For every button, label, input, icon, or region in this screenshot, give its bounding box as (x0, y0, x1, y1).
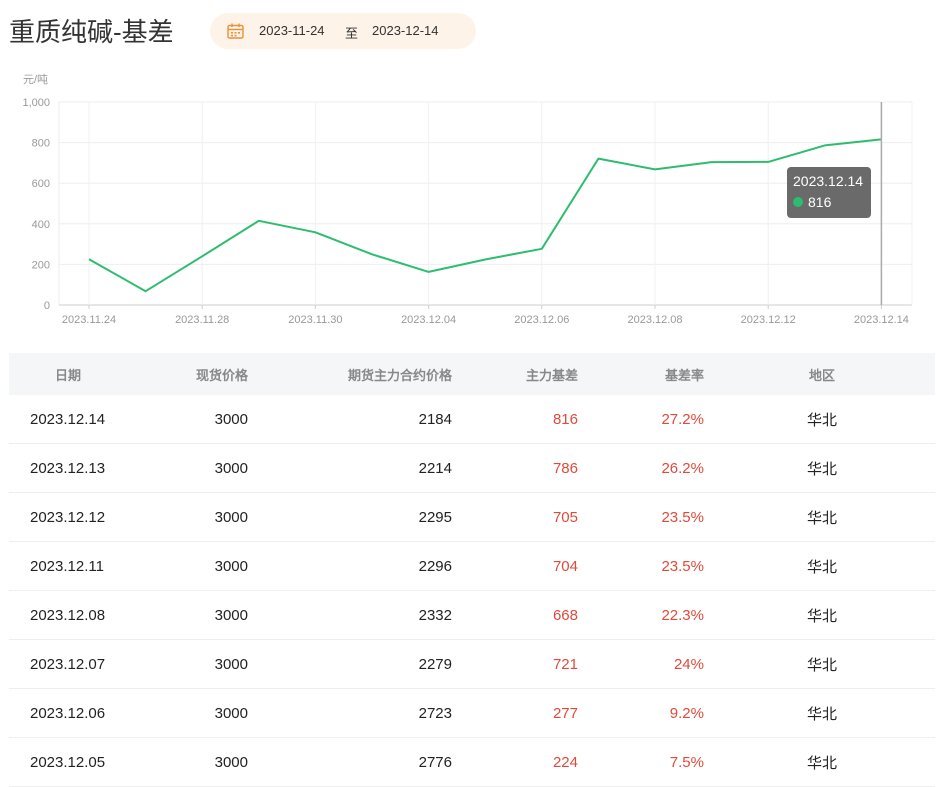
header-basis-rate: 基差率 (664, 367, 704, 383)
basis-table: 日期 现货价格 期货主力合约价格 主力基差 基差率 地区 2023.12.14 3… (9, 353, 935, 787)
x-tick-label: 2023.12.06 (514, 314, 569, 326)
cell-basis: 704 (552, 557, 578, 575)
date-start[interactable]: 2023-11-24 (259, 23, 325, 38)
cell-basis-rate: 7.5% (669, 753, 704, 771)
table-row: 2023.12.14 3000 2184 816 27.2% 华北 (9, 395, 935, 444)
date-end[interactable]: 2023-12-14 (372, 23, 439, 38)
cell-basis: 786 (552, 459, 578, 477)
cell-spot-price: 3000 (214, 606, 248, 624)
cell-basis-rate: 9.2% (669, 704, 704, 722)
table-body: 2023.12.14 3000 2184 816 27.2% 华北 2023.12.13 30… (9, 395, 935, 787)
x-tick-label: 2023.11.30 (288, 314, 342, 326)
cell-spot-price: 3000 (214, 508, 248, 526)
date-range-picker[interactable]: 2023-11-24 至 2023-12-14 (210, 13, 476, 49)
cell-basis-rate: 23.5% (661, 508, 704, 526)
series-line (88, 138, 882, 293)
cell-futures-price: 2723 (418, 704, 452, 722)
cell-date: 2023.12.06 (30, 704, 106, 722)
cell-basis-rate: 27.2% (661, 410, 704, 428)
cell-date: 2023.12.11 (30, 557, 104, 575)
series-dot-icon (793, 197, 803, 207)
y-tick-label: 800 (32, 138, 50, 150)
table-header: 日期 现货价格 期货主力合约价格 主力基差 基差率 地区 (9, 353, 935, 395)
y-axis-unit: 元/吨 (23, 73, 48, 86)
cell-futures-price: 2214 (418, 459, 452, 477)
cell-futures-price: 2279 (418, 655, 452, 673)
y-tick-label: 200 (32, 259, 50, 271)
cell-futures-price: 2296 (418, 557, 452, 575)
cell-basis: 721 (552, 655, 578, 673)
cell-region: 华北 (807, 607, 838, 625)
header-futures-price: 期货主力合约价格 (347, 367, 452, 383)
x-tick-label: 2023.12.14 (854, 314, 909, 326)
cell-futures-price: 2332 (418, 606, 452, 624)
cell-date: 2023.12.08 (30, 606, 106, 624)
y-tick-label: 0 (44, 300, 50, 312)
cell-basis-rate: 26.2% (661, 459, 704, 477)
x-tick-label: 2023.11.24 (62, 314, 116, 326)
cell-spot-price: 3000 (214, 557, 248, 575)
table-row: 2023.12.11 3000 2296 704 23.5% 华北 (9, 542, 935, 591)
tooltip-value: 816 (808, 194, 832, 210)
cell-date: 2023.12.07 (30, 655, 106, 673)
chart-tooltip: 2023.12.14 816 (787, 167, 871, 218)
cell-region: 华北 (807, 656, 838, 674)
cell-spot-price: 3000 (214, 704, 248, 722)
cell-basis: 816 (552, 410, 578, 428)
cell-basis-rate: 22.3% (661, 606, 704, 624)
cell-region: 华北 (807, 558, 838, 576)
cell-basis-rate: 24% (673, 655, 704, 673)
cell-date: 2023.12.05 (30, 753, 106, 771)
cell-date: 2023.12.14 (30, 410, 106, 428)
cell-date: 2023.12.13 (30, 459, 106, 477)
table-row: 2023.12.08 3000 2332 668 22.3% 华北 (9, 591, 935, 640)
header-basis: 主力基差 (525, 367, 578, 383)
cell-basis-rate: 23.5% (661, 557, 704, 575)
table-row: 2023.12.07 3000 2279 721 24% 华北 (9, 640, 935, 689)
tooltip-date: 2023.12.14 (793, 173, 864, 189)
cell-region: 华北 (807, 460, 838, 478)
table-row: 2023.12.12 3000 2295 705 23.5% 华北 (9, 493, 935, 542)
cell-spot-price: 3000 (214, 655, 248, 673)
cell-spot-price: 3000 (214, 753, 248, 771)
x-tick-label: 2023.12.04 (401, 314, 456, 326)
cell-region: 华北 (807, 411, 838, 429)
cell-spot-price: 3000 (214, 459, 248, 477)
cell-region: 华北 (807, 754, 838, 772)
header-spot-price: 现货价格 (195, 367, 248, 383)
table-row: 2023.12.06 3000 2723 277 9.2% 华北 (9, 689, 935, 738)
cell-region: 华北 (807, 509, 838, 527)
cell-region: 华北 (807, 705, 838, 723)
cell-basis: 224 (552, 753, 578, 771)
cell-date: 2023.12.12 (30, 508, 106, 526)
date-separator: 至 (345, 26, 359, 41)
page-title: 重质纯碱-基差 (9, 17, 174, 47)
y-tick-label: 400 (32, 219, 50, 231)
x-tick-label: 2023.12.08 (627, 314, 682, 326)
cell-futures-price: 2776 (418, 753, 452, 771)
header-region: 地区 (809, 367, 836, 383)
tooltip-value-row: 816 (793, 194, 831, 210)
cell-spot-price: 3000 (214, 410, 248, 428)
x-tick-label: 2023.11.28 (175, 314, 229, 326)
cell-basis: 277 (552, 704, 578, 722)
cell-futures-price: 2184 (418, 410, 452, 428)
calendar-icon (227, 23, 244, 39)
table-row: 2023.12.05 3000 2776 224 7.5% 华北 (9, 738, 935, 787)
header: 重质纯碱-基差 2023-11-24 至 2023-12-14 (0, 0, 946, 64)
table-row: 2023.12.13 3000 2214 786 26.2% 华北 (9, 444, 935, 493)
y-tick-label: 600 (32, 178, 50, 190)
cell-basis: 705 (552, 508, 578, 526)
cell-basis: 668 (552, 606, 578, 624)
y-tick-label: 1,000 (22, 97, 50, 109)
header-date: 日期 (55, 367, 82, 383)
cell-futures-price: 2295 (418, 508, 452, 526)
x-tick-label: 2023.12.12 (741, 314, 796, 326)
